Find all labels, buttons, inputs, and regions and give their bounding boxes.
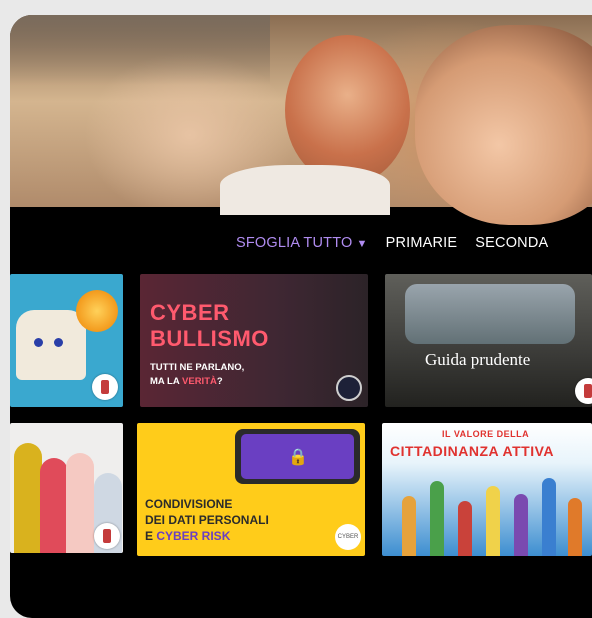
category-nav: SFOGLIA TUTTO ▼ PRIMARIE SECONDA (10, 225, 592, 265)
police-shield-icon (336, 375, 362, 401)
nav-item-sfoglia-tutto[interactable]: SFOGLIA TUTTO ▼ (236, 235, 368, 251)
tile-cittadinanza-attiva[interactable]: IL VALORE DELLA CITTADINANZA ATTIVA (382, 423, 592, 556)
cyber-logo-icon: CYBER (335, 524, 361, 550)
content-card: SFOGLIA TUTTO ▼ PRIMARIE SECONDA CYBER BU… (10, 15, 592, 618)
tile-cyber-bullismo[interactable]: CYBER BULLISMO TUTTI NE PARLANO, MA LA V… (140, 274, 368, 407)
caret-down-icon: ▼ (356, 238, 368, 250)
logo-badge-icon (92, 374, 118, 400)
car-window (405, 284, 575, 344)
nav-item-secondarie[interactable]: SECONDA (475, 235, 548, 251)
baby-figure (285, 35, 410, 185)
tile-condivisione-dati[interactable]: 🔒 CONDIVISIONE DEI DATI PERSONALI E CYBE… (137, 423, 365, 556)
tile-kids-group[interactable] (10, 423, 123, 553)
logo-badge-icon (575, 378, 592, 404)
nav-item-primarie[interactable]: PRIMARIE (386, 235, 458, 251)
tile-toast-orange[interactable] (10, 274, 123, 407)
mother-figure (415, 25, 592, 225)
hero-image (10, 15, 592, 225)
logo-badge-icon (94, 523, 120, 549)
tile-guida-prudente[interactable]: Guida prudente (385, 274, 592, 407)
lock-icon: 🔒 (288, 449, 308, 466)
